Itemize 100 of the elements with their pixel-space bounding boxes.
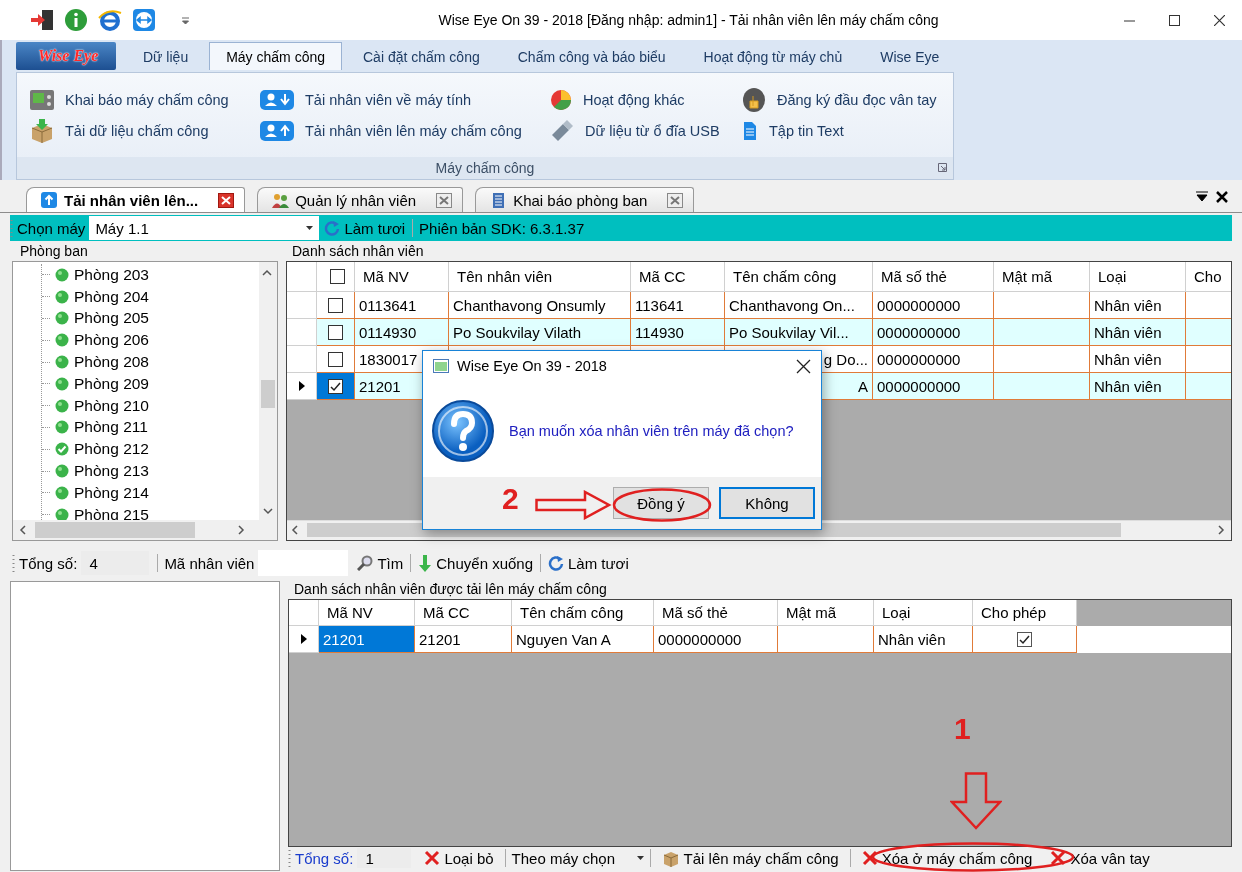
column-header[interactable]: Tên chấm công <box>512 600 654 626</box>
people-icon <box>272 192 290 208</box>
info-icon[interactable] <box>64 8 88 32</box>
ribbon-button[interactable]: Khai báo máy chấm công <box>29 85 259 115</box>
checkbox[interactable] <box>1017 631 1032 647</box>
checkbox[interactable] <box>328 351 343 367</box>
column-header[interactable]: Mật mã <box>994 262 1090 292</box>
column-header[interactable]: Mã CC <box>631 262 725 292</box>
exit-icon[interactable] <box>30 7 54 33</box>
checkbox-cell[interactable] <box>973 626 1077 653</box>
ribbon-tab[interactable]: Máy chấm công <box>209 42 342 70</box>
down-arrow-icon <box>418 554 433 572</box>
tree-item[interactable]: Phòng 212 <box>74 440 149 459</box>
tree-item[interactable]: Phòng 214 <box>74 483 149 502</box>
ribbon-tab[interactable]: Hoạt động từ máy chủ <box>686 42 860 70</box>
dialog-launcher-icon[interactable] <box>938 163 947 172</box>
column-header[interactable]: Cho <box>1186 262 1231 292</box>
column-header[interactable]: Tên nhân viên <box>449 262 631 292</box>
tree-item[interactable]: Phòng 213 <box>74 462 149 481</box>
checkbox[interactable] <box>328 297 343 313</box>
dialog-button[interactable]: Không <box>719 487 815 519</box>
column-header[interactable]: Mã CC <box>415 600 512 626</box>
column-header[interactable]: Loại <box>1090 262 1186 292</box>
scroll-left-icon[interactable] <box>19 525 27 535</box>
browser-icon[interactable] <box>98 8 122 32</box>
find-button[interactable]: Tìm <box>352 552 409 574</box>
tree-item[interactable]: Phòng 206 <box>74 331 149 350</box>
ribbon-button[interactable]: Tải nhân viên lên máy chấm công <box>259 115 549 147</box>
search-icon <box>357 555 374 571</box>
delete-fingerprint-button[interactable]: Xóa vân tay <box>1041 847 1159 869</box>
dropdown-icon[interactable] <box>1196 191 1208 202</box>
move-down-button[interactable]: Chuyển xuống <box>413 552 538 574</box>
checkbox-cell[interactable] <box>317 373 355 400</box>
table-cell: 21201 <box>415 626 512 653</box>
tree-item[interactable]: Phòng 205 <box>74 309 149 328</box>
tree-item[interactable]: Phòng 211 <box>74 418 148 437</box>
horizontal-scrollbar[interactable] <box>13 520 277 540</box>
ribbon-button[interactable]: Hoạt động khác <box>549 85 741 115</box>
vertical-scrollbar[interactable] <box>259 262 277 520</box>
package-icon <box>29 118 55 144</box>
ribbon-button[interactable]: Tải nhân viên về máy tính <box>259 85 549 115</box>
ribbon-tab[interactable]: Chấm công và báo biểu <box>500 42 683 70</box>
column-header[interactable]: Mã NV <box>355 262 449 292</box>
tree-item[interactable]: Phòng 204 <box>74 287 149 306</box>
ribbon-button[interactable]: Dữ liệu từ ổ đĩa USB <box>549 115 741 147</box>
ribbon-button[interactable]: Tải dữ liệu chấm công <box>29 115 259 147</box>
grip-icon <box>288 848 291 868</box>
filter-dropdown[interactable]: Theo máy chọn <box>507 848 648 868</box>
maximize-icon[interactable] <box>1169 14 1180 26</box>
column-header[interactable]: Mật mã <box>778 600 874 626</box>
machine-label: Chọn máy <box>16 219 87 237</box>
tree-item[interactable]: Phòng 210 <box>74 396 149 415</box>
group-title: Phòng ban <box>20 243 88 259</box>
remote-icon[interactable] <box>132 8 156 32</box>
ribbon-tab[interactable]: Dữ liệu <box>126 42 206 70</box>
row-header[interactable] <box>287 373 317 400</box>
close-icon[interactable] <box>796 358 811 374</box>
close-icon[interactable] <box>218 192 235 208</box>
column-header[interactable] <box>317 262 355 292</box>
checkbox[interactable] <box>330 269 345 284</box>
column-header[interactable]: Loại <box>874 600 973 626</box>
window-title: Wise Eye On 39 - 2018 [Đăng nhập: admin1] - Tải nhân viên lên máy chấm công <box>437 12 940 28</box>
customize-caret-icon[interactable] <box>181 15 190 25</box>
ribbon-tab[interactable]: Cài đặt chấm công <box>346 42 497 70</box>
column-header[interactable]: Mã NV <box>319 600 415 626</box>
document-tab[interactable]: Quản lý nhân viên <box>257 187 464 212</box>
caret-icon <box>636 856 644 860</box>
tree-item[interactable]: Phòng 203 <box>74 265 149 284</box>
machine-dropdown[interactable]: Máy 1.1 <box>89 216 320 240</box>
sdk-version: Phiên bản SDK: 6.3.1.37 <box>418 219 586 237</box>
checkbox[interactable] <box>328 378 343 394</box>
scroll-right-icon[interactable] <box>237 525 245 535</box>
scroll-left-icon[interactable] <box>291 525 299 535</box>
scroll-down-icon[interactable] <box>260 506 276 516</box>
ribbon-button[interactable]: Đăng ký đầu đọc vân tay <box>741 85 961 115</box>
tree-item[interactable]: Phòng 208 <box>74 353 149 372</box>
refresh-button[interactable]: Làm tươi <box>543 552 634 574</box>
delete-on-device-button[interactable]: Xóa ở máy chấm công <box>852 847 1042 869</box>
tree-item[interactable]: Phòng 209 <box>74 374 149 393</box>
close-icon[interactable] <box>1216 191 1228 203</box>
scroll-right-icon[interactable] <box>1217 525 1225 535</box>
user-upload-icon <box>259 118 295 144</box>
checkbox[interactable] <box>328 324 343 340</box>
delete-icon <box>424 850 441 866</box>
scrollbar-thumb[interactable] <box>35 522 195 538</box>
ribbon-tab[interactable]: Wise Eye <box>863 42 957 70</box>
column-header[interactable]: Tên chấm công <box>725 262 873 292</box>
document-tab[interactable]: Khai báo phòng ban <box>475 187 695 212</box>
row-header[interactable] <box>289 626 319 653</box>
upload-button[interactable]: Tải lên máy chấm công <box>652 847 848 869</box>
refresh-icon <box>548 555 564 571</box>
close-icon[interactable] <box>1214 14 1225 26</box>
scrollbar-thumb[interactable] <box>261 380 275 408</box>
remove-button[interactable]: Loại bỏ <box>415 847 503 869</box>
ribbon-button[interactable]: Tập tin Text <box>741 115 961 147</box>
column-header[interactable]: Mã số thẻ <box>654 600 778 626</box>
document-tab[interactable]: Tải nhân viên lên... <box>26 187 246 212</box>
refresh-button[interactable]: Làm tươi <box>319 217 411 239</box>
column-header[interactable]: Mã số thẻ <box>873 262 994 292</box>
column-header[interactable]: Cho phép <box>973 600 1077 626</box>
